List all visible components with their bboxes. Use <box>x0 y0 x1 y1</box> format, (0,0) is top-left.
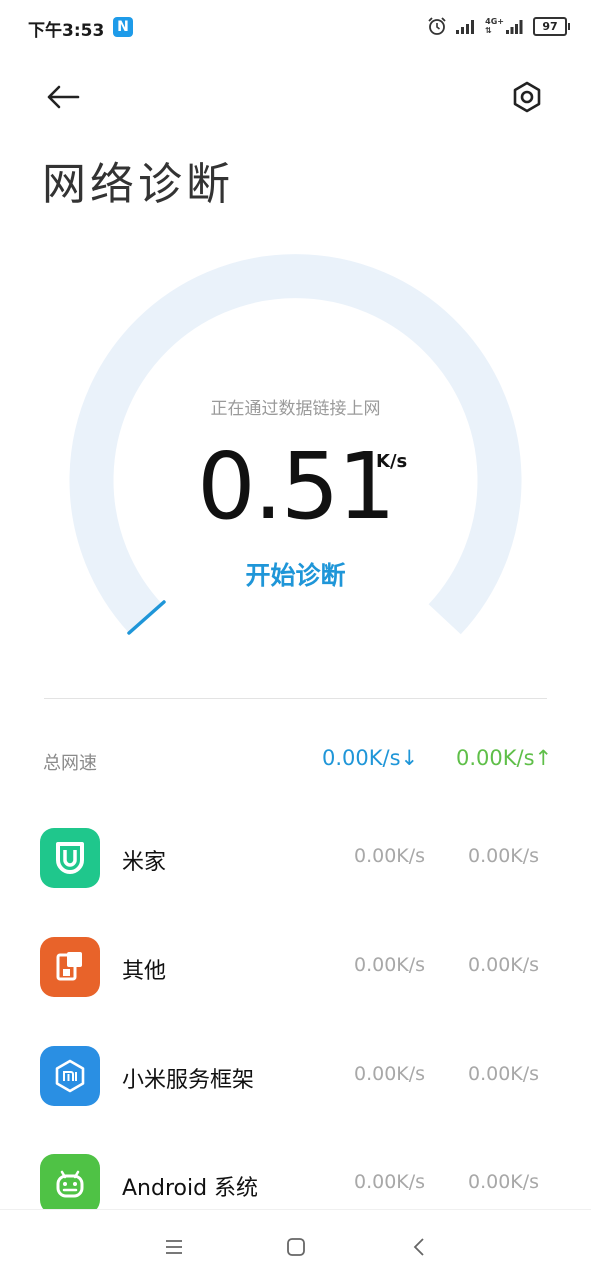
status-icons: 4G+ ⇅ 97 <box>427 16 570 36</box>
total-upload-speed: 0.00K/s↑ <box>456 746 553 770</box>
speed-value: 0.51 <box>197 433 396 540</box>
home-button[interactable] <box>281 1232 311 1262</box>
signal-icon <box>456 20 475 34</box>
app-upload-speed: 0.00K/s <box>468 1063 540 1085</box>
nav-back-icon <box>413 1238 424 1256</box>
divider <box>44 698 547 699</box>
list-item[interactable]: 米家 0.00K/s 0.00K/s <box>0 828 591 908</box>
home-icon <box>287 1238 305 1256</box>
navigation-bar <box>0 1209 591 1281</box>
app-upload-speed: 0.00K/s <box>468 845 540 867</box>
list-item[interactable]: 小米服务框架 0.00K/s 0.00K/s <box>0 1046 591 1126</box>
speed-gauge <box>69 254 522 635</box>
battery-indicator: 97 <box>533 16 570 36</box>
network-type: 4G+ ⇅ <box>485 17 525 35</box>
app-download-speed: 0.00K/s <box>354 845 426 867</box>
network-type-label: 4G+ <box>485 17 504 26</box>
page-title: 网络诊断 <box>42 159 234 210</box>
settings-button[interactable] <box>504 74 550 120</box>
notification-badge-icon: N <box>113 17 133 37</box>
start-diagnosis-button[interactable]: 开始诊断 <box>0 556 591 592</box>
signal-2-icon <box>506 20 523 34</box>
app-download-speed: 0.00K/s <box>354 954 426 976</box>
nav-back-button[interactable] <box>404 1232 434 1262</box>
mijia-icon <box>40 828 100 888</box>
other-apps-icon <box>40 937 100 997</box>
mi-service-icon <box>40 1046 100 1106</box>
app-upload-speed: 0.00K/s <box>468 954 540 976</box>
speed-unit: K/s <box>376 451 408 472</box>
menu-icon <box>166 1240 182 1254</box>
settings-hexagon-icon <box>513 81 541 113</box>
total-download-speed: 0.00K/s↓ <box>322 746 419 770</box>
app-download-speed: 0.00K/s <box>354 1171 426 1193</box>
app-name: Android 系统 <box>122 1176 259 1201</box>
connection-status: 正在通过数据链接上网 <box>210 399 381 419</box>
status-time: 下午3:53 <box>28 21 105 41</box>
app-upload-speed: 0.00K/s <box>468 1171 540 1193</box>
back-button[interactable] <box>40 74 86 120</box>
total-speed-label: 总网速 <box>43 753 97 774</box>
app-name: 小米服务框架 <box>122 1068 255 1093</box>
network-activity-icon: ⇅ <box>485 26 492 35</box>
back-arrow-icon <box>47 85 80 109</box>
alarm-icon <box>428 17 446 35</box>
app-name: 米家 <box>122 850 167 875</box>
gauge-needle <box>127 600 166 635</box>
app-name: 其他 <box>122 959 167 984</box>
list-item[interactable]: 其他 0.00K/s 0.00K/s <box>0 937 591 1017</box>
android-icon <box>40 1154 100 1214</box>
app-download-speed: 0.00K/s <box>354 1063 426 1085</box>
menu-button[interactable] <box>159 1232 189 1262</box>
